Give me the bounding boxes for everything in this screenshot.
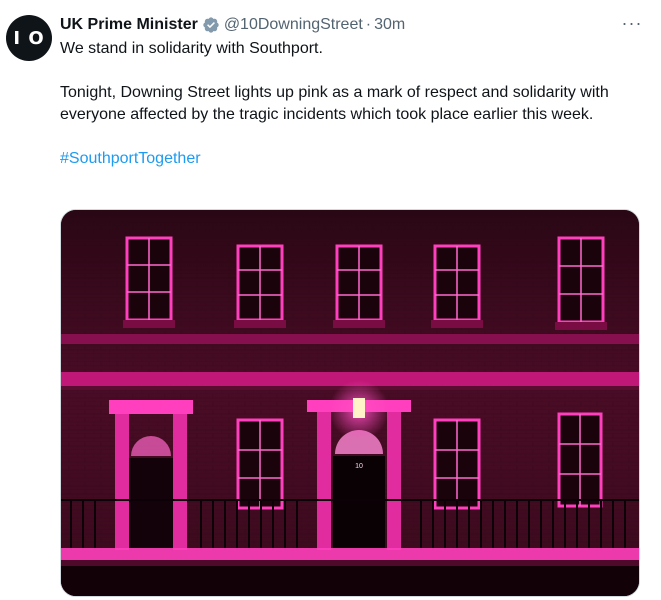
door-number: 10 xyxy=(355,463,363,470)
more-options-icon[interactable]: ··· xyxy=(621,12,643,34)
timestamp[interactable]: 30m xyxy=(374,16,405,34)
avatar[interactable]: I O xyxy=(6,15,52,61)
tweet-photo[interactable]: 10 xyxy=(60,209,640,597)
tweet-text: We stand in solidarity with Southport. T… xyxy=(60,38,645,170)
verified-badge-icon xyxy=(202,16,220,34)
tweet: I O UK Prime Minister @10DowningStreet ·… xyxy=(0,0,661,600)
tweet-line-2: Tonight, Downing Street lights up pink a… xyxy=(60,84,609,123)
hashtag-link[interactable]: #SouthportTogether xyxy=(60,148,645,170)
downing-street-pink-photo: 10 xyxy=(61,210,639,596)
display-name[interactable]: UK Prime Minister xyxy=(60,16,198,34)
handle[interactable]: @10DowningStreet xyxy=(224,16,363,34)
separator: · xyxy=(365,16,372,33)
tweet-header: UK Prime Minister @10DowningStreet · 30m xyxy=(60,14,405,36)
tweet-line-1: We stand in solidarity with Southport. xyxy=(60,40,323,57)
avatar-text: I O xyxy=(13,27,45,49)
